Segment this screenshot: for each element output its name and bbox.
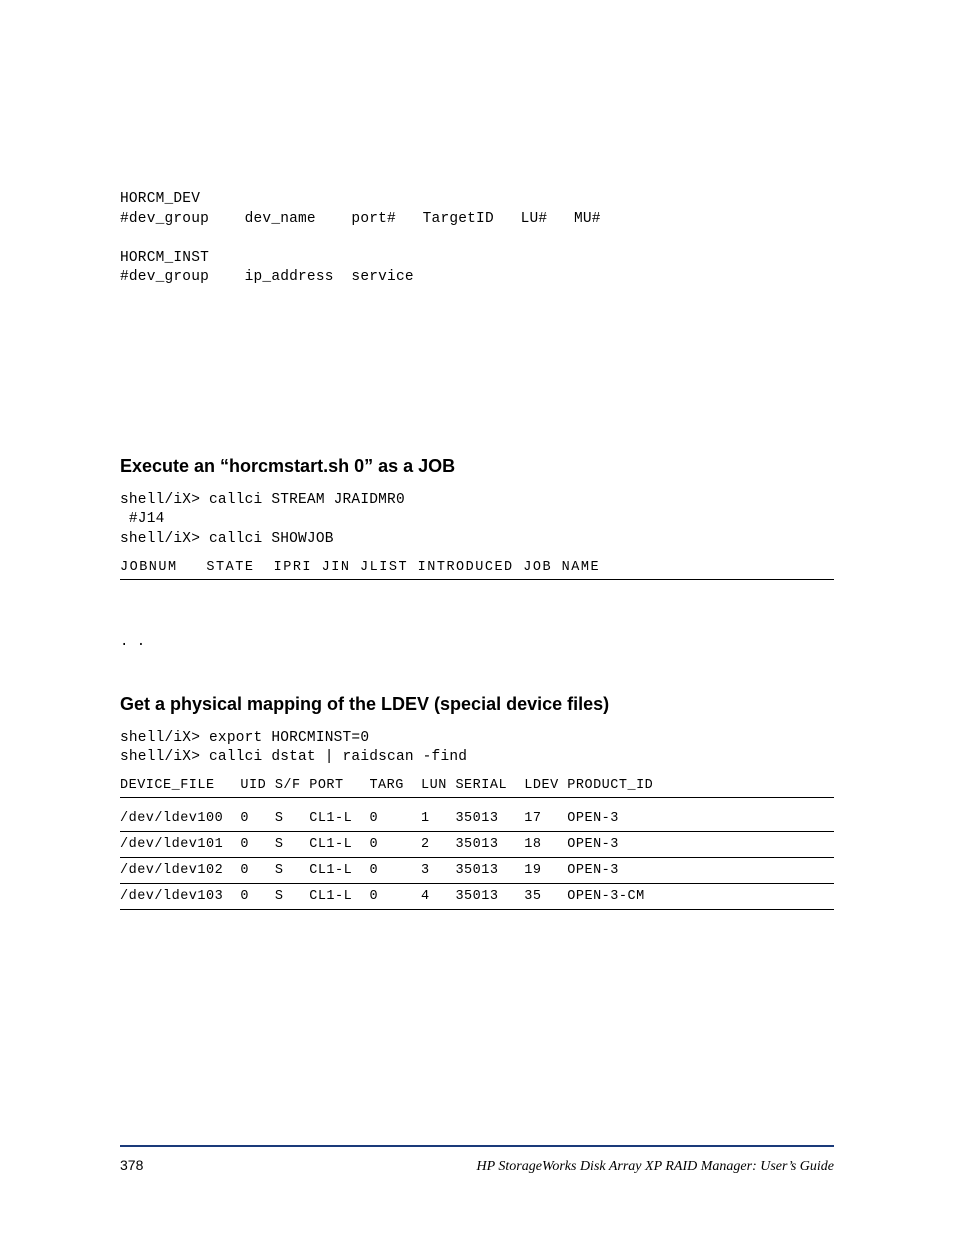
page-number: 378 [120,1157,143,1173]
row-divider [120,909,834,910]
section-heading-1: Execute an “horcmstart.sh 0” as a JOB [120,456,834,477]
ellipsis-dots: . . [120,628,834,656]
page-content: HORCM_DEV #dev_group dev_name port# Targ… [0,0,954,970]
table-rule-1 [120,579,834,580]
table-row: /dev/ldev100 0 S CL1-L 0 1 35013 17 OPEN… [120,806,834,831]
table-row: /dev/ldev103 0 S CL1-L 0 4 35013 35 OPEN… [120,884,834,909]
table-rule-2 [120,797,834,798]
table-row: /dev/ldev102 0 S CL1-L 0 3 35013 19 OPEN… [120,858,834,883]
page-footer: 378 HP StorageWorks Disk Array XP RAID M… [120,1145,834,1175]
section-heading-2: Get a physical mapping of the LDEV (spec… [120,694,834,715]
code-block-1: shell/iX> callci STREAM JRAIDMR0 #J14 sh… [120,491,834,550]
table-header-2: DEVICE_FILE UID S/F PORT TARG LUN SERIAL… [120,778,834,793]
footer-title: HP StorageWorks Disk Array XP RAID Manag… [477,1159,835,1175]
table-row: /dev/ldev101 0 S CL1-L 0 2 35013 18 OPEN… [120,832,834,857]
code-block-2: shell/iX> export HORCMINST=0 shell/iX> c… [120,729,834,768]
config-block: HORCM_DEV #dev_group dev_name port# Targ… [120,190,834,288]
table-header-1: JOBNUM STATE IPRI JIN JLIST INTRODUCED J… [120,560,834,575]
